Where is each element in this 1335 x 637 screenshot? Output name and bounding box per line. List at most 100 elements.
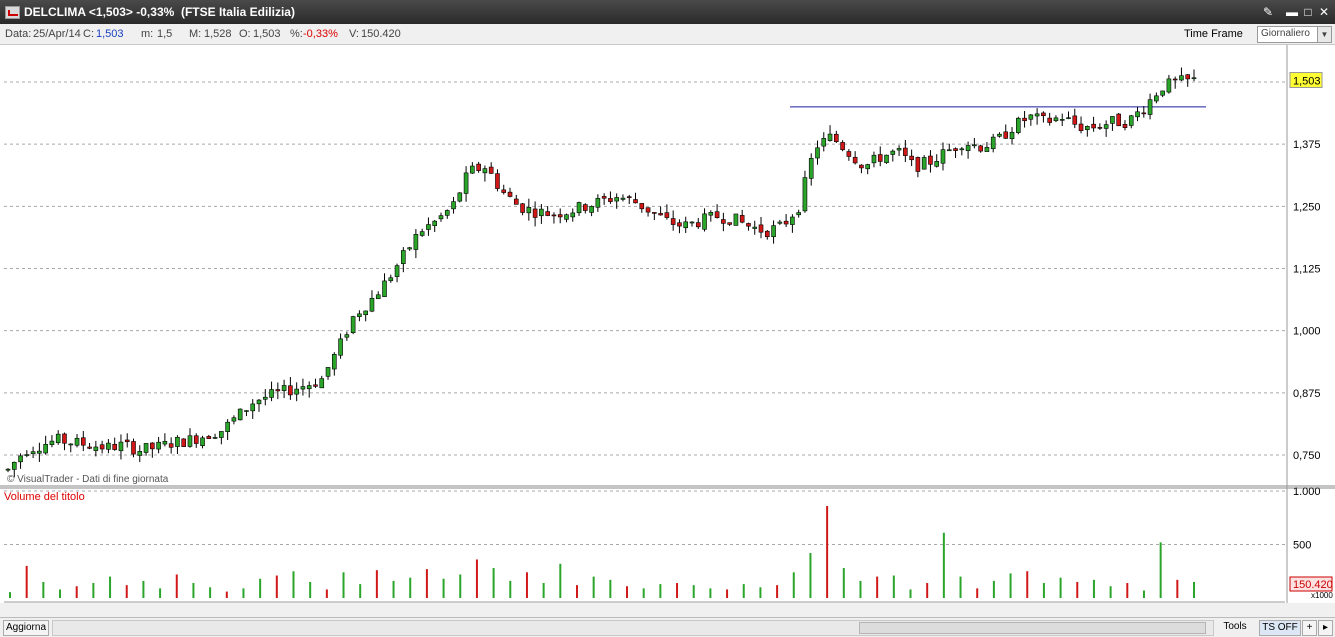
candle-down — [168, 443, 174, 448]
candle-down — [532, 208, 538, 218]
candle-down — [81, 437, 86, 446]
maximize-button[interactable]: □ — [1300, 4, 1316, 20]
tools-button[interactable]: Tools — [1215, 620, 1255, 634]
min-label: m: — [141, 28, 154, 40]
candle-up — [683, 221, 689, 229]
candle-up — [294, 388, 299, 395]
candle-down — [714, 211, 720, 218]
candle-down — [928, 155, 933, 165]
candle-up — [5, 468, 11, 471]
candle-down — [601, 196, 607, 199]
candle-up — [1059, 119, 1065, 121]
candle-up — [614, 197, 619, 202]
candle-up — [457, 192, 463, 202]
candle-down — [557, 214, 563, 218]
candle-up — [808, 158, 814, 179]
candle-up — [419, 231, 425, 236]
max-label: M: — [189, 28, 202, 40]
candle-down — [695, 222, 701, 228]
candle-up — [55, 433, 61, 444]
candle-up — [1085, 126, 1090, 130]
candle-down — [1122, 124, 1128, 128]
candle-up — [896, 148, 902, 151]
candle-up — [262, 396, 268, 400]
zoom-in-button[interactable]: + — [1302, 620, 1317, 636]
candle-down — [645, 207, 651, 213]
close-label: C: — [83, 28, 94, 40]
candle-up — [118, 441, 124, 452]
ts-toggle-button[interactable]: TS OFF — [1259, 620, 1301, 636]
candle-down — [131, 441, 136, 455]
scroll-right-button[interactable]: ▸ — [1318, 620, 1333, 636]
candle-up — [375, 294, 381, 300]
watermark-text: © VisualTrader - Dati di fine giornata — [7, 474, 169, 485]
candle-up — [570, 212, 576, 218]
pct-label: %: — [290, 28, 303, 40]
candle-up — [338, 338, 343, 356]
candle-down — [758, 224, 764, 233]
candle-down — [87, 446, 92, 449]
scrollbar-thumb[interactable] — [859, 622, 1206, 634]
candle-down — [1072, 115, 1078, 125]
candle-down — [501, 189, 507, 193]
last-price-label: 1,503 — [1293, 76, 1321, 88]
candle-down — [764, 230, 770, 238]
candle-up — [865, 164, 870, 170]
candle-up — [940, 149, 946, 164]
candle-down — [1172, 78, 1178, 81]
candle-up — [463, 172, 469, 194]
date-label: Data: — [5, 28, 32, 40]
candle-down — [877, 154, 883, 162]
candle-down — [746, 223, 751, 227]
quote-info-bar: Data: 25/Apr/14 C: 1,503 m: 1,5 M: 1,528… — [0, 24, 1335, 45]
open-value: 1,503 — [253, 28, 281, 40]
candle-down — [583, 204, 588, 211]
candle-down — [507, 191, 513, 197]
candle-up — [1066, 117, 1071, 119]
candle-down — [1041, 112, 1046, 117]
tool-icon[interactable]: ✎ — [1260, 4, 1276, 20]
candle-up — [237, 408, 243, 421]
candle-up — [11, 461, 17, 470]
candle-down — [313, 384, 318, 387]
candle-up — [1015, 117, 1021, 133]
candle-up — [325, 367, 331, 377]
candle-up — [539, 208, 544, 217]
aggiorna-button[interactable]: Aggiorna — [3, 620, 49, 636]
price-tick-label: 0,750 — [1293, 450, 1321, 462]
candle-up — [790, 216, 795, 225]
candle-down — [495, 173, 500, 189]
minimize-button[interactable]: ▬ — [1284, 4, 1300, 20]
candle-down — [206, 436, 212, 439]
candle-up — [24, 454, 30, 456]
chart-svg[interactable]: 1,375 1,250 1,125 1,000 0,875 0,750 1,503 © Vis… — [0, 45, 1335, 617]
candle-down — [62, 433, 67, 444]
timeframe-select[interactable]: Giornaliero ▼ — [1257, 26, 1332, 43]
candle-up — [156, 441, 161, 450]
close-button[interactable]: ✕ — [1316, 4, 1332, 20]
candle-up — [219, 431, 224, 438]
candle-up — [821, 138, 827, 147]
candle-up — [1179, 75, 1184, 81]
candle-up — [871, 154, 877, 164]
candle-up — [306, 385, 312, 390]
candle-up — [482, 168, 488, 174]
candle-up — [921, 157, 927, 170]
candle-up — [300, 386, 306, 390]
candle-down — [639, 203, 645, 210]
candle-up — [470, 165, 475, 174]
candle-up — [576, 202, 582, 214]
candle-down — [1078, 123, 1084, 131]
candle-down — [633, 199, 638, 204]
candle-up — [200, 437, 205, 446]
price-chart[interactable]: 1,375 1,250 1,125 1,000 0,875 0,750 1,503 © Vis… — [0, 45, 1335, 617]
horizontal-scrollbar[interactable] — [52, 620, 1214, 636]
candle-up — [595, 198, 601, 208]
candle-up — [526, 206, 532, 214]
candle-up — [884, 154, 889, 164]
candle-down — [859, 164, 864, 169]
candle-up — [68, 443, 74, 446]
candle-down — [953, 148, 958, 151]
candle-down — [99, 444, 105, 450]
chevron-down-icon[interactable]: ▼ — [1317, 27, 1331, 42]
